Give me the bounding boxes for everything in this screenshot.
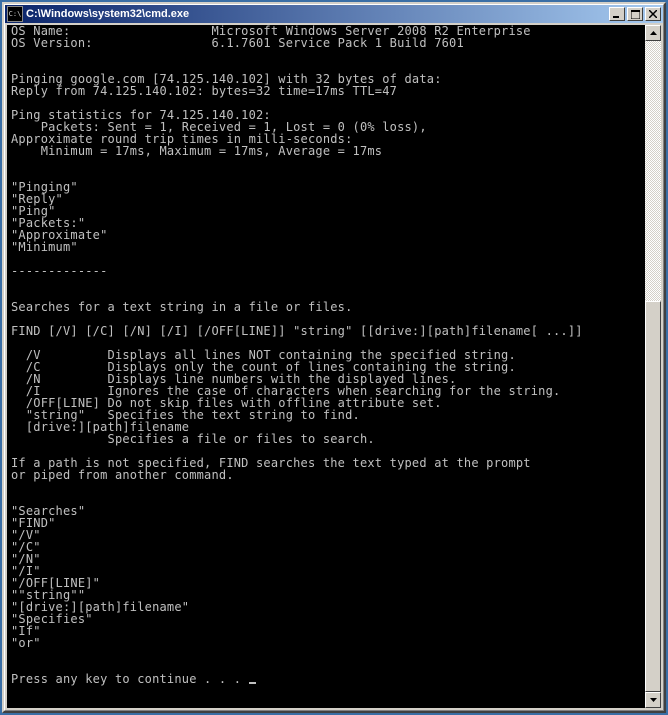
scroll-down-button[interactable]: [645, 692, 661, 708]
close-button[interactable]: [645, 7, 661, 21]
scrollbar-thumb[interactable]: [645, 301, 661, 692]
window-inner: C:\ C:\Windows\system32\cmd.exe OS Name:…: [4, 4, 664, 711]
console-area: OS Name: Microsoft Windows Server 2008 R…: [7, 25, 661, 708]
console-output[interactable]: OS Name: Microsoft Windows Server 2008 R…: [7, 25, 645, 708]
cmd-window: C:\ C:\Windows\system32\cmd.exe OS Name:…: [2, 2, 666, 713]
scrollbar-track[interactable]: [645, 41, 661, 692]
window-controls: [607, 7, 661, 21]
vertical-scrollbar[interactable]: [645, 25, 661, 708]
minimize-button[interactable]: [609, 7, 625, 21]
scroll-up-button[interactable]: [645, 25, 661, 41]
titlebar[interactable]: C:\ C:\Windows\system32\cmd.exe: [5, 5, 663, 23]
maximize-button[interactable]: [627, 7, 643, 21]
content-wrapper: OS Name: Microsoft Windows Server 2008 R…: [5, 23, 663, 710]
cmd-icon: C:\: [7, 6, 23, 22]
window-title: C:\Windows\system32\cmd.exe: [26, 8, 607, 20]
